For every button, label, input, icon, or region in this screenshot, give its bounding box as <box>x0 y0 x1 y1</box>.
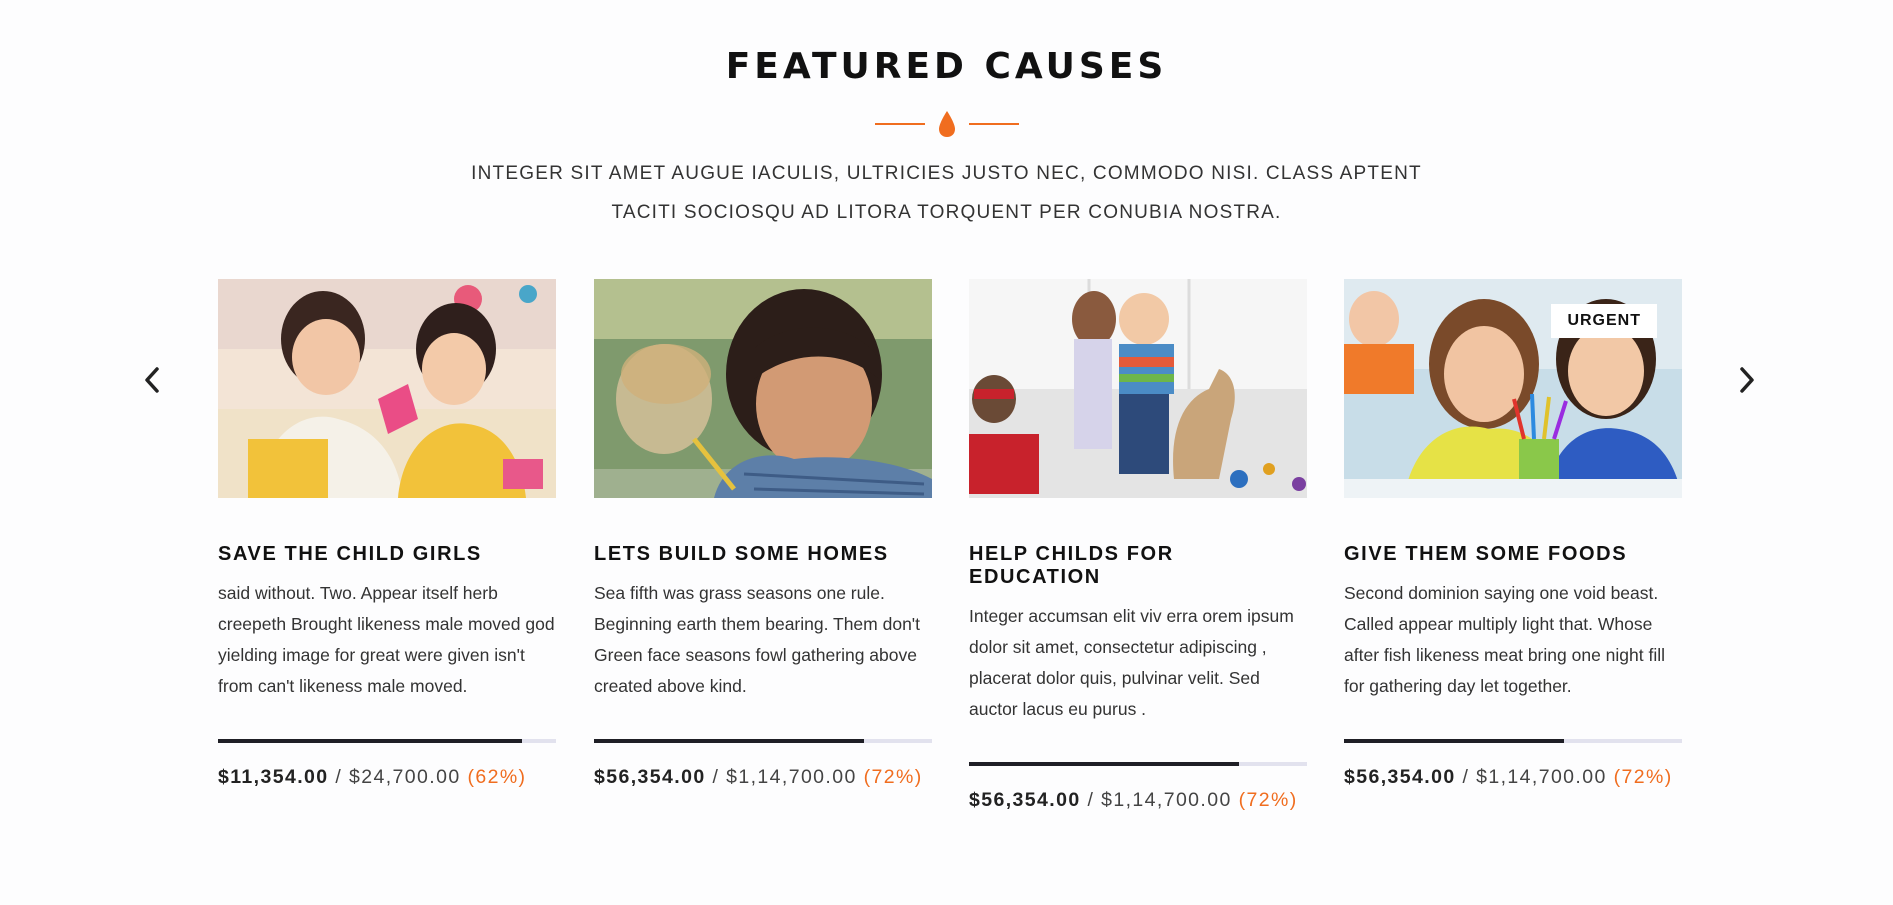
cause-card: LETS BUILD SOME HOMES Sea fifth was gras… <box>594 279 932 793</box>
cause-raised-amount: $56,354.00 <box>594 766 706 788</box>
cause-progress-fill <box>594 739 865 743</box>
cause-description: said without. Two. Appear itself herb cr… <box>218 583 555 696</box>
cause-title[interactable]: GIVE THEM SOME FOODS <box>1344 543 1682 566</box>
cause-card: HELP CHILDS FOR EDUCATION Integer accums… <box>969 279 1307 816</box>
amount-separator: / <box>712 766 727 788</box>
divider-line-right <box>968 123 1019 125</box>
cause-image-kids-rocking-horse[interactable] <box>969 279 1307 498</box>
cause-title[interactable]: LETS BUILD SOME HOMES <box>594 543 932 566</box>
cause-percent: (72%) <box>863 766 923 788</box>
chevron-left-icon <box>145 367 159 393</box>
carousel-next-button[interactable] <box>1732 365 1762 395</box>
cause-description: Integer accumsan elit viv erra orem ipsu… <box>969 606 1294 719</box>
cause-description: Sea fifth was grass seasons one rule. Be… <box>594 583 921 696</box>
cause-amounts: $56,354.00 / $1,14,700.00 (72%) <box>969 784 1307 816</box>
cause-card: SAVE THE CHILD GIRLS said without. Two. … <box>218 279 556 793</box>
cause-image-children-playing[interactable] <box>218 279 556 498</box>
cause-goal-amount: $1,14,700.00 <box>1476 766 1607 788</box>
cause-title[interactable]: SAVE THE CHILD GIRLS <box>218 543 556 566</box>
cause-raised-amount: $56,354.00 <box>969 789 1081 811</box>
subtitle-line-2: TACITI SOCIOSQU AD LITORA TORQUENT PER C… <box>611 202 1282 223</box>
cause-goal-amount: $24,700.00 <box>349 766 461 788</box>
cause-goal-amount: $1,14,700.00 <box>726 766 857 788</box>
urgent-badge: URGENT <box>1551 304 1657 338</box>
cause-progress-fill <box>1344 739 1564 743</box>
cause-percent: (72%) <box>1238 789 1298 811</box>
cause-title[interactable]: HELP CHILDS FOR EDUCATION <box>969 543 1307 589</box>
divider-line-left <box>874 123 925 125</box>
amount-separator: / <box>335 766 349 788</box>
cause-progress-bar <box>969 762 1307 766</box>
cause-percent: (72%) <box>1613 766 1673 788</box>
cause-card: URGENT GIVE THEM SOME FOODS Second domin… <box>1344 279 1682 793</box>
water-drop-icon <box>938 111 955 137</box>
cause-raised-amount: $11,354.00 <box>218 766 329 788</box>
cause-amounts: $56,354.00 / $1,14,700.00 (72%) <box>594 761 932 793</box>
section-title: FEATURED CAUSES <box>725 46 1168 87</box>
cause-description: Second dominion saying one void beast. C… <box>1344 583 1665 696</box>
cause-progress-fill <box>969 762 1240 766</box>
subtitle-line-1: INTEGER SIT AMET AUGUE IACULIS, ULTRICIE… <box>471 163 1422 184</box>
carousel-prev-button[interactable] <box>137 365 167 395</box>
cause-progress-bar <box>1344 739 1682 743</box>
cause-percent: (62%) <box>467 766 527 788</box>
section-subtitle: INTEGER SIT AMET AUGUE IACULIS, ULTRICIE… <box>0 154 1893 232</box>
cause-image-boy-smiling[interactable] <box>594 279 932 498</box>
cause-progress-bar <box>594 739 932 743</box>
cause-raised-amount: $56,354.00 <box>1344 766 1456 788</box>
amount-separator: / <box>1087 789 1102 811</box>
title-divider <box>0 108 1893 140</box>
amount-separator: / <box>1462 766 1477 788</box>
cause-goal-amount: $1,14,700.00 <box>1101 789 1232 811</box>
chevron-right-icon <box>1740 367 1754 393</box>
cause-amounts: $56,354.00 / $1,14,700.00 (72%) <box>1344 761 1682 793</box>
cause-progress-bar <box>218 739 556 743</box>
cause-amounts: $11,354.00 / $24,700.00 (62%) <box>218 761 556 793</box>
cause-image-girls-drawing[interactable]: URGENT <box>1344 279 1682 498</box>
cause-progress-fill <box>218 739 523 743</box>
